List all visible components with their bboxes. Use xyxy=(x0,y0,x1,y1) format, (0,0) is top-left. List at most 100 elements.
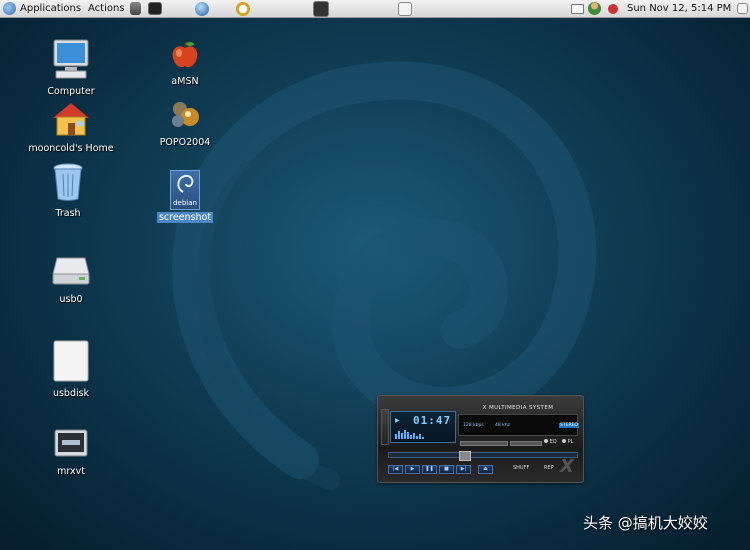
player-left-edge xyxy=(381,409,389,445)
launcher-browser[interactable] xyxy=(195,0,209,17)
stop-icon: ■ xyxy=(444,466,449,472)
spectrum-bar xyxy=(395,434,397,439)
eq-toggle[interactable]: EQ xyxy=(544,439,557,445)
clock-icon xyxy=(236,1,250,16)
disk-icon xyxy=(53,340,89,382)
computer-icon xyxy=(53,39,89,79)
desktop-icon-label: aMSN xyxy=(171,76,199,87)
pause-button[interactable]: ❚❚ xyxy=(422,465,437,474)
apple-icon xyxy=(172,41,198,68)
spectrum-bar xyxy=(407,432,409,439)
launcher-notes[interactable] xyxy=(130,0,141,17)
home-folder-icon xyxy=(53,103,89,136)
seek-handle[interactable] xyxy=(459,451,471,461)
track-info-box: 128 kbps 48 khz STEREO xyxy=(458,414,579,436)
applications-label: Applications xyxy=(20,3,82,14)
desktop-icon-computer[interactable]: Computer xyxy=(16,38,126,97)
player-display: ▶ 01:47 xyxy=(390,411,456,443)
thumbnail-text: debian xyxy=(173,199,197,207)
top-panel: Applications Actions Sun Nov 12, 5:14 PM xyxy=(0,0,750,18)
popo-icon xyxy=(172,102,199,127)
desktop-icon-amsn[interactable]: aMSN xyxy=(130,40,240,87)
previous-button[interactable]: |◀ xyxy=(388,465,403,474)
samplerate-text: 48 khz xyxy=(495,423,510,428)
next-icon: ▶| xyxy=(460,466,467,472)
playlist-toggle[interactable]: PL xyxy=(562,439,573,445)
stereo-indicator: STEREO xyxy=(559,423,579,428)
actions-menu[interactable]: Actions xyxy=(88,0,125,17)
seek-bar[interactable] xyxy=(388,451,578,461)
eq-dot-icon xyxy=(544,439,548,443)
taskbar-player[interactable] xyxy=(313,0,329,17)
desktop-icon-popo2004[interactable]: POPO2004 xyxy=(130,99,240,148)
spectrum-analyzer xyxy=(395,430,424,439)
applications-menu[interactable]: Applications xyxy=(3,0,81,17)
launcher-terminal[interactable] xyxy=(148,0,162,17)
eq-label: EQ xyxy=(549,439,557,445)
tray-window-list[interactable] xyxy=(737,0,748,17)
screenshot-task-icon xyxy=(398,1,412,16)
desktop-icon-usbdisk[interactable]: usbdisk xyxy=(16,340,126,399)
eject-icon: ⏏ xyxy=(483,466,488,472)
desktop-icon-label: Trash xyxy=(55,208,81,219)
pl-label: PL xyxy=(567,439,574,445)
balance-slider[interactable] xyxy=(510,441,542,446)
spectrum-bar xyxy=(410,435,412,439)
playback-time: 01:47 xyxy=(413,414,452,427)
taskbar-screenshot[interactable] xyxy=(398,0,412,17)
network-icon xyxy=(608,3,618,14)
spectrum-bar xyxy=(404,430,406,439)
clock-applet[interactable]: Sun Nov 12, 5:14 PM xyxy=(627,0,731,17)
desktop-icon-usb0[interactable]: usb0 xyxy=(16,254,126,305)
desktop-icon-mrxvt[interactable]: mrxvt xyxy=(16,428,126,477)
stop-button[interactable]: ■ xyxy=(439,465,454,474)
play-button[interactable]: ▶ xyxy=(405,465,420,474)
tray-network[interactable] xyxy=(608,0,618,17)
xmms-player-window[interactable]: ▶ 01:47 X MULTIMEDIA SYSTEM 128 kbps 48 … xyxy=(377,395,584,483)
desktop-icon-label: usb0 xyxy=(59,294,83,305)
clock-text: Sun Nov 12, 5:14 PM xyxy=(627,3,732,14)
pl-dot-icon xyxy=(562,439,566,443)
trash-icon xyxy=(53,163,83,201)
terminal-icon xyxy=(54,429,88,457)
spectrum-bar xyxy=(413,433,415,439)
desktop-icon-label: Computer xyxy=(47,86,95,97)
bitrate-text: 128 kbps xyxy=(463,423,484,428)
volume-slider[interactable] xyxy=(460,441,508,446)
eject-button[interactable]: ⏏ xyxy=(478,465,493,474)
desktop-icon-screenshot[interactable]: debian screenshot xyxy=(130,170,240,223)
actions-label: Actions xyxy=(88,3,125,14)
play-indicator-icon: ▶ xyxy=(395,417,400,424)
terminal-launcher-icon xyxy=(148,2,162,15)
desktop-icon-trash[interactable]: Trash xyxy=(13,162,123,219)
notes-icon xyxy=(130,2,141,15)
gnome-foot-icon xyxy=(3,2,16,15)
spectrum-bar xyxy=(419,434,421,439)
window-list-icon xyxy=(737,3,748,14)
player-title: X MULTIMEDIA SYSTEM xyxy=(482,405,554,411)
desktop-icon-label: usbdisk xyxy=(52,388,90,399)
repeat-button[interactable]: REP xyxy=(544,465,554,471)
shuffle-button[interactable]: SHUFF xyxy=(513,465,529,471)
spectrum-bar xyxy=(422,437,424,439)
tray-user[interactable] xyxy=(588,0,601,17)
spectrum-bar xyxy=(401,433,403,439)
debian-image-icon: debian xyxy=(170,170,200,210)
repeat-label: REP xyxy=(544,465,554,471)
user-icon xyxy=(588,2,601,15)
desktop-icon-home[interactable]: mooncold's Home xyxy=(16,101,126,154)
watermark-text: 头条 @搞机大姣姣 xyxy=(583,514,708,532)
desktop-icon-label: mooncold's Home xyxy=(28,143,114,154)
next-button[interactable]: ▶| xyxy=(456,465,471,474)
shuffle-label: SHUFF xyxy=(513,465,530,471)
tray-mail[interactable] xyxy=(571,0,584,17)
drive-icon xyxy=(52,257,90,285)
globe-icon xyxy=(195,1,209,16)
desktop-icon-label: mrxvt xyxy=(57,466,85,477)
xmms-logo: X xyxy=(560,456,574,477)
launcher-mail[interactable] xyxy=(236,0,250,17)
previous-icon: |◀ xyxy=(392,466,399,472)
desktop-icon-label: POPO2004 xyxy=(159,137,211,148)
desktop-icon-label: screenshot xyxy=(156,212,214,223)
spectrum-bar xyxy=(416,436,418,439)
